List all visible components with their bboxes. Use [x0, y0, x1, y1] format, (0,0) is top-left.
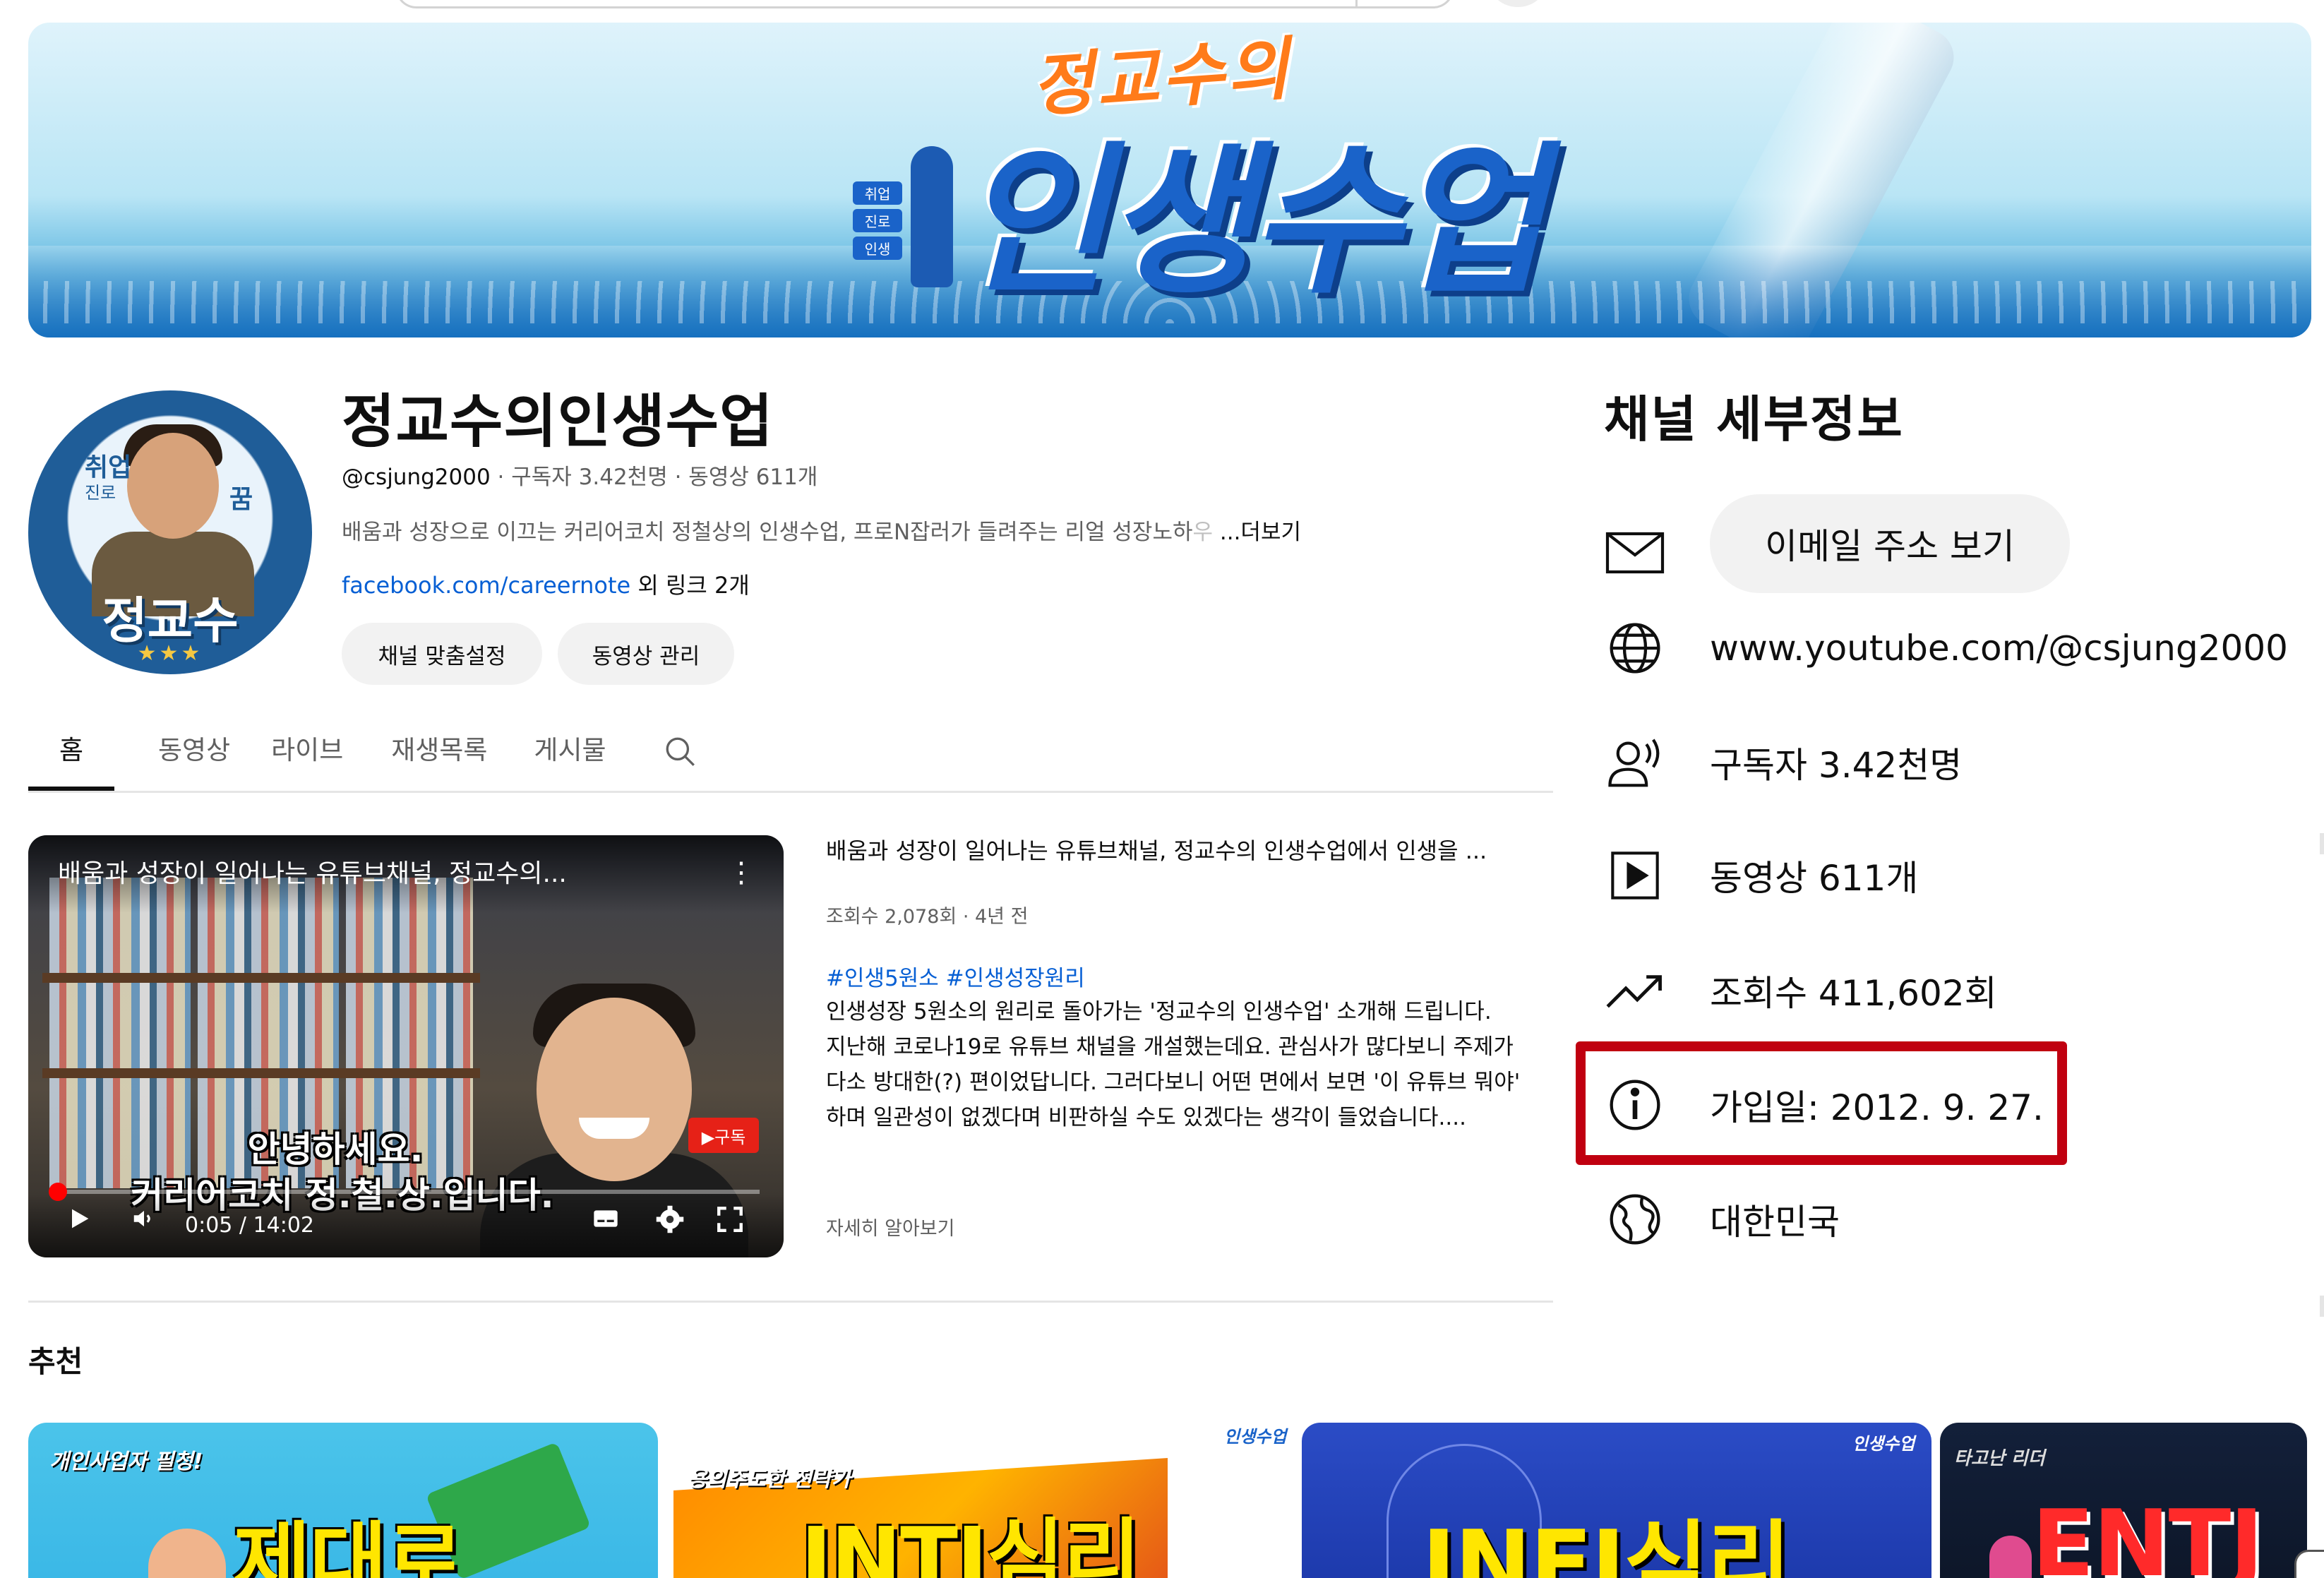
top-bar	[0, 0, 2324, 23]
recommended-video-card[interactable]: 개인사업자 필청! 제대로	[28, 1423, 658, 1578]
globe-icon	[1604, 617, 1666, 679]
featured-video-player[interactable]: 배움과 성장이 일어나는 유튜브채널, 정교수의... ⋮ ▶구독 안녕하세요.…	[28, 835, 784, 1257]
tab-videos[interactable]: 동영상	[158, 713, 230, 791]
card-kicker: 용의주도한 전략가	[688, 1467, 851, 1492]
card-logo: 인생수업	[1852, 1434, 1915, 1454]
featured-video-title[interactable]: 배움과 성장이 일어나는 유튜브채널, 정교수의 인생수업에서 인생을 ...	[826, 833, 1539, 866]
detail-country-row: 대한민국	[1604, 1180, 1840, 1258]
card-kicker: 타고난 리더	[1954, 1448, 2045, 1469]
banner-sign-label: 인생	[853, 237, 902, 260]
hand-decoration	[148, 1529, 226, 1578]
banner-sign-label: 취업	[853, 181, 902, 205]
tab-home[interactable]: 홈	[28, 713, 114, 791]
search-box[interactable]	[395, 0, 1454, 8]
card-kicker: 개인사업자 필청!	[49, 1450, 203, 1474]
channel-description[interactable]: 배움과 성장으로 이끄는 커리어코치 정철상의 인생수업, 프로N잡러가 들려주…	[342, 514, 1301, 546]
tab-playlists[interactable]: 재생목록	[391, 713, 487, 791]
avatar-tag-path: 진로	[85, 483, 116, 503]
banner-person-figure	[911, 146, 953, 287]
channel-description-fade: 우	[1192, 520, 1220, 545]
banner-sign-label: 진로	[853, 209, 902, 232]
card-logo: 인생수업	[1224, 1427, 1287, 1447]
tab-live[interactable]: 라이브	[271, 713, 343, 791]
avatar-tag-dream: 꿈	[229, 485, 253, 514]
description-line: 지난해 코로나19로 유튜브 채널을 개설했는데요. 관심사가 많다보니 주제가…	[826, 1034, 1521, 1130]
avatar-face	[127, 433, 219, 539]
channel-banner: 취업 진로 인생 정교수의 인생수업	[28, 23, 2311, 337]
recommended-video-card[interactable]: 인생수업 INFJ심리	[1302, 1423, 1931, 1578]
detail-videos-row: 동영상 611개	[1604, 837, 1918, 914]
recommended-section-title: 추천	[28, 1344, 83, 1379]
video-caption-line: 안녕하세요.	[247, 1129, 424, 1170]
trending-icon	[1604, 960, 1666, 1022]
recommended-video-card[interactable]: 용의주도한 전략가 INTJ심리 인생수업	[673, 1423, 1302, 1578]
account-avatar[interactable]	[1490, 0, 1546, 7]
card-headline: INTJ심리	[801, 1510, 1141, 1578]
card-headline: INFJ심리	[1422, 1510, 1792, 1578]
video-play-icon	[1604, 844, 1666, 907]
country: 대한민국	[1710, 1202, 1840, 1243]
captions-icon[interactable]	[590, 1205, 621, 1239]
view-email-button[interactable]: 이메일 주소 보기	[1710, 494, 2070, 593]
fullscreen-icon[interactable]	[715, 1205, 745, 1241]
manage-videos-button[interactable]: 동영상 관리	[558, 623, 734, 685]
featured-video-stats: 조회수 2,078회 · 4년 전	[826, 906, 1029, 928]
video-overlay-title[interactable]: 배움과 성장이 일어나는 유튜브채널, 정교수의...	[58, 853, 729, 890]
detail-url-row: www.youtube.com/@csjung2000	[1604, 609, 2288, 687]
channel-links: facebook.com/careernote 외 링크 2개	[342, 568, 750, 600]
country-globe-icon	[1604, 1188, 1666, 1250]
section-divider	[28, 1301, 1553, 1303]
extra-links-link[interactable]: 외 링크 2개	[630, 572, 749, 599]
channel-meta: @csjung2000 · 구독자 3.42천명 · 동영상 611개	[342, 459, 817, 491]
settings-gear-icon[interactable]	[655, 1205, 685, 1241]
channel-handle: @csjung2000	[342, 465, 491, 490]
detail-email-row: 이메일 주소 보기	[1604, 494, 2070, 593]
subscriber-count: 구독자 3.42천명	[1710, 745, 1963, 786]
view-count: 조회수 411,602회	[1710, 973, 1997, 1014]
scroll-handle[interactable]	[2294, 1550, 2324, 1578]
channel-subscriber-count: · 구독자 3.42천명	[490, 465, 668, 490]
play-icon[interactable]	[65, 1205, 93, 1239]
progress-scrubber[interactable]	[49, 1183, 67, 1201]
video-count: 동영상 611개	[1710, 858, 1919, 899]
channel-url-link[interactable]: www.youtube.com/@csjung2000	[1710, 628, 2288, 669]
tabs-divider	[28, 791, 1553, 793]
channel-tabs: 홈 동영상 라이브 재생목록 게시물	[28, 713, 705, 791]
description-line: 인생성장 5원소의 원리로 돌아가는 '정교수의 인생수업' 소개해 드립니다.	[826, 999, 1492, 1024]
facebook-link[interactable]: facebook.com/careernote	[342, 572, 630, 599]
description-more-link[interactable]: ...더보기	[1220, 520, 1301, 545]
banner-main-title: 인생수업	[960, 128, 1545, 316]
progress-track[interactable]	[54, 1190, 760, 1194]
channel-avatar[interactable]: 취업 진로 꿈 정교수 ★★★	[28, 390, 312, 674]
subscribers-icon	[1604, 731, 1666, 794]
featured-video-hashtags[interactable]: #인생5원소 #인생성장원리	[826, 960, 1085, 992]
volume-icon[interactable]	[131, 1205, 157, 1238]
card-headline: 제대로	[233, 1514, 464, 1578]
featured-more-link[interactable]: 자세히 알아보기	[826, 1213, 954, 1241]
detail-views-row: 조회수 411,602회	[1604, 952, 1997, 1029]
featured-video-description: 인생성장 5원소의 원리로 돌아가는 '정교수의 인생수업' 소개해 드립니다.…	[826, 994, 1539, 1135]
channel-search-icon[interactable]	[663, 713, 705, 791]
figure-decoration	[1989, 1536, 2032, 1578]
shelf-board	[42, 973, 480, 983]
video-time: 0:05 / 14:02	[185, 1213, 315, 1238]
customize-channel-button[interactable]: 채널 맞춤설정	[342, 623, 542, 685]
avatar-stars: ★★★	[137, 641, 203, 666]
card-headline: ENTJ	[2032, 1490, 2264, 1578]
video-more-icon[interactable]: ⋮	[727, 856, 755, 889]
banner-signpost: 취업 진로 인생	[853, 181, 902, 260]
panel-edge-divider	[2320, 1296, 2324, 1317]
shelf-board	[42, 1068, 480, 1078]
joined-date-highlight-box	[1576, 1041, 2067, 1165]
channel-title: 정교수의인생수업	[342, 388, 774, 455]
mail-icon	[1604, 522, 1666, 584]
channel-details-title: 채널 세부정보	[1604, 390, 1904, 448]
channel-video-count: · 동영상 611개	[667, 465, 818, 490]
panel-edge-divider	[2320, 833, 2324, 854]
search-divider	[1355, 0, 1358, 7]
channel-description-text: 배움과 성장으로 이끄는 커리어코치 정철상의 인생수업, 프로N잡러가 들려주…	[342, 520, 1193, 545]
tab-posts[interactable]: 게시물	[534, 713, 606, 791]
recommended-video-card[interactable]: 타고난 리더 ENTJ	[1940, 1423, 2307, 1578]
detail-subscribers-row: 구독자 3.42천명	[1604, 724, 1962, 801]
